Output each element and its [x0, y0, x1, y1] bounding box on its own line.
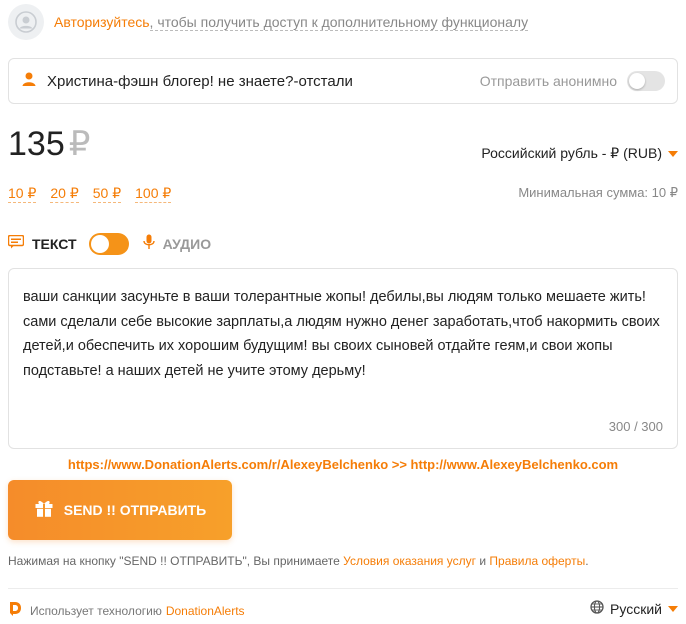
currency-select-value[interactable]: Российский рубль - ₽ (RUB) [481, 145, 662, 162]
offer-rules-link[interactable]: Правила оферты [489, 554, 585, 568]
language-value[interactable]: Русский [610, 601, 662, 617]
currency-select[interactable]: Российский рубль - ₽ (RUB) [481, 145, 678, 162]
globe-icon [590, 600, 604, 617]
preset-50[interactable]: 50 ₽ [92, 185, 122, 203]
terms-of-service-link[interactable]: Условия оказания услуг [343, 554, 476, 568]
user-icon [21, 71, 37, 92]
footer-divider [8, 588, 678, 589]
auth-row: Авторизуйтесь, чтобы получить доступ к д… [8, 4, 529, 40]
message-textarea[interactable]: ваши санкции засуньте в ваши толерантные… [8, 268, 678, 449]
chevron-down-icon[interactable] [668, 605, 678, 612]
amount-field[interactable]: 135 ₽ [8, 124, 90, 164]
amount-currency-symbol: ₽ [68, 125, 91, 163]
preset-20[interactable]: 20 ₽ [50, 185, 79, 203]
donationalerts-logo-icon [8, 601, 22, 620]
amount-value[interactable]: 135 [8, 125, 65, 164]
terms-prefix: Нажимая на кнопку "SEND !! ОТПРАВИТЬ", В… [8, 554, 344, 568]
send-button[interactable]: SEND !! ОТПРАВИТЬ [8, 480, 232, 540]
mode-toggle[interactable] [88, 233, 129, 255]
min-sum-label: Минимальная сумма: 10 ₽ [518, 185, 678, 200]
toggle-knob [629, 73, 645, 89]
powered-by-text: Использует технологию [30, 603, 162, 618]
message-text[interactable]: ваши санкции засуньте в ваши толерантные… [23, 285, 663, 383]
text-message-icon [7, 234, 25, 254]
send-button-label[interactable]: SEND !! ОТПРАВИТЬ [64, 502, 207, 518]
auth-message: Авторизуйтесь, чтобы получить доступ к д… [54, 14, 529, 31]
login-link[interactable]: Авторизуйтесь [54, 14, 150, 30]
name-field-value[interactable]: Христина-фэшн блогер! не знаете?-отстали [47, 73, 480, 90]
gift-icon [34, 498, 54, 523]
terms-text: Нажимая на кнопку "SEND !! ОТПРАВИТЬ", В… [8, 554, 589, 568]
message-char-counter: 300 / 300 [608, 419, 663, 434]
microphone-icon [142, 234, 155, 255]
donationalerts-link[interactable]: DonationAlerts [166, 604, 245, 618]
avatar-icon [8, 4, 44, 40]
toggle-knob [90, 235, 109, 253]
anonymous-toggle[interactable] [627, 71, 665, 91]
channel-links: https://www.DonationAlerts.com/r/AlexeyB… [67, 457, 619, 472]
name-field[interactable]: Христина-фэшн блогер! не знаете?-отстали… [8, 58, 678, 104]
amount-presets: 10 ₽ 20 ₽ 50 ₽ 100 ₽ [8, 185, 172, 203]
audio-mode-label[interactable]: АУДИО [163, 236, 212, 252]
terms-suffix: . [585, 554, 589, 568]
mode-switch: ТЕКСТ АУДИО [7, 231, 212, 257]
anonymous-label: Отправить анонимно [479, 73, 617, 89]
preset-10[interactable]: 10 ₽ [8, 185, 37, 203]
powered-by: Использует технологию DonationAlerts [8, 601, 245, 620]
language-select[interactable]: Русский [590, 600, 678, 617]
text-mode-label[interactable]: ТЕКСТ [32, 236, 77, 252]
auth-rest-text: , чтобы получить доступ к дополнительном… [149, 14, 529, 31]
chevron-down-icon[interactable] [668, 150, 678, 157]
terms-mid: и [476, 554, 490, 568]
preset-100[interactable]: 100 ₽ [135, 185, 172, 203]
